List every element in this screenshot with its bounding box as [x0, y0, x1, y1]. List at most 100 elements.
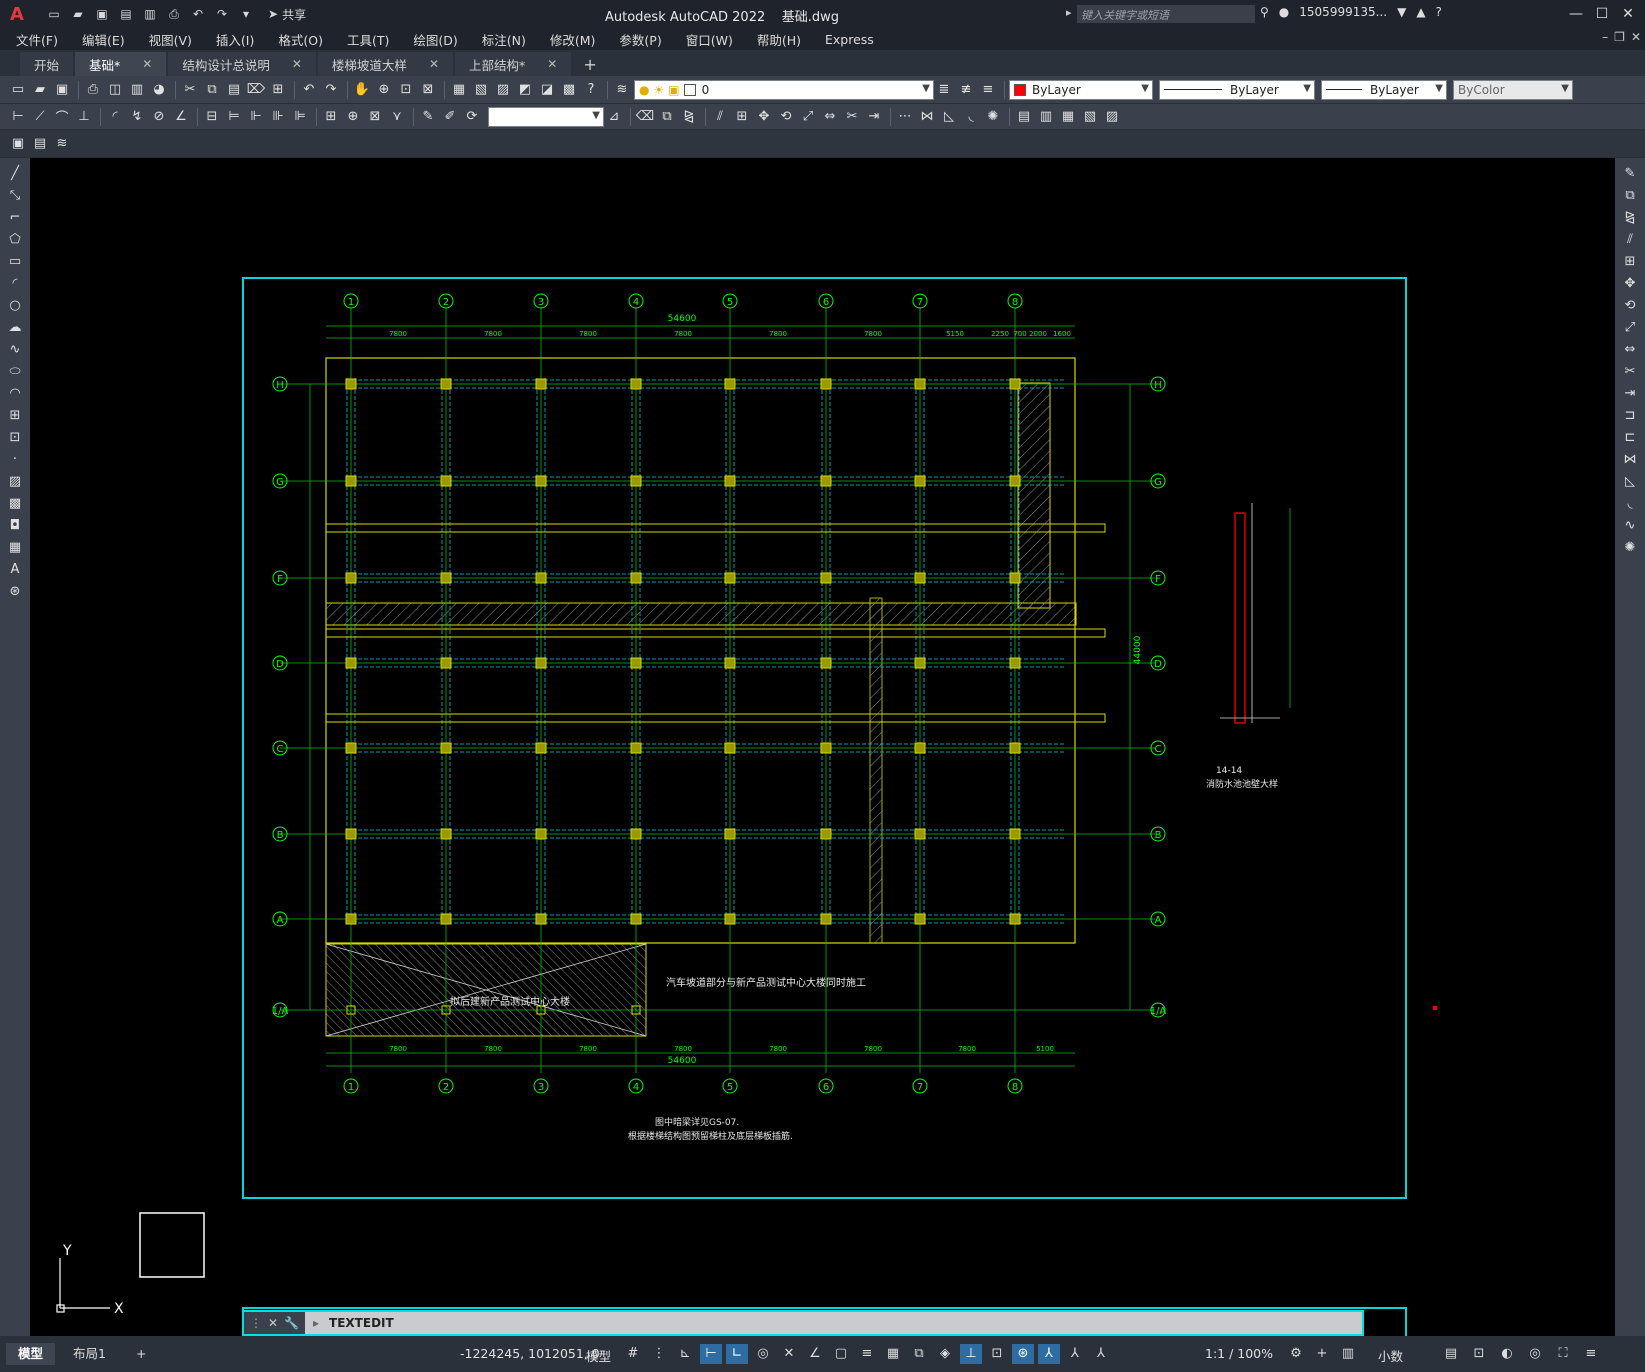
menu-tools[interactable]: 工具(T) — [347, 30, 389, 49]
user-name[interactable]: 1505999135... — [1299, 5, 1387, 19]
menu-file[interactable]: 文件(F) — [16, 30, 58, 49]
join-icon[interactable]: ⋈ — [917, 107, 937, 127]
construction-line-icon[interactable]: ⤡ — [4, 186, 26, 206]
layer-previous-icon[interactable]: ≢ — [956, 80, 976, 100]
offset-icon[interactable]: ⫽ — [710, 107, 730, 127]
angular-icon[interactable]: ∠ — [171, 107, 191, 127]
region-icon[interactable]: ◘ — [4, 516, 26, 536]
menu-draw[interactable]: 绘图(D) — [413, 30, 457, 49]
quick-dimension-icon[interactable]: ⊟ — [202, 107, 222, 127]
add-selected-icon[interactable]: ⊛ — [4, 582, 26, 602]
tab-superstructure[interactable]: 上部结构* ✕ — [455, 52, 572, 76]
spline-icon[interactable]: ∿ — [4, 340, 26, 360]
draw-order-above-icon[interactable]: ▦ — [1058, 107, 1078, 127]
menu-parametric[interactable]: 参数(P) — [619, 30, 661, 49]
hardware-acceleration-icon[interactable]: ◎ — [1524, 1344, 1546, 1364]
grip-icon[interactable]: ⋮ — [250, 1316, 262, 1330]
jogged-icon[interactable]: ↯ — [127, 107, 147, 127]
color-combo[interactable]: ByLayer ▼ — [1009, 79, 1153, 100]
linear-dimension-icon[interactable]: ⊢ — [8, 107, 28, 127]
user-icon[interactable]: ● — [1279, 5, 1289, 19]
share-button[interactable]: ➤ 共享 — [268, 6, 306, 23]
radius-icon[interactable]: ◜ — [105, 107, 125, 127]
ortho-icon[interactable]: ∟ — [726, 1344, 748, 1364]
annotation-scale[interactable]: 1:1 / 100% — [1205, 1346, 1273, 1361]
menu-modify[interactable]: 修改(M) — [550, 30, 596, 49]
tab-layout1[interactable]: 布局1 — [61, 1343, 118, 1365]
drawing-area[interactable]: Y X 7800 7800 7800 7800 7800 7800 5150 2250 700 2… — [30, 158, 1615, 1336]
mirror-icon[interactable]: ⧎ — [679, 107, 699, 127]
circle-icon[interactable]: ○ — [4, 296, 26, 316]
save-as-icon[interactable]: ▤ — [116, 5, 136, 23]
object-snap-tracking-icon[interactable]: ∠ — [804, 1344, 826, 1364]
maximize-icon[interactable]: ☐ — [1589, 2, 1615, 26]
break-icon[interactable]: ⊏ — [1619, 428, 1641, 448]
space-icon[interactable]: ⊪ — [268, 107, 288, 127]
draw-order-front-icon[interactable]: ▤ — [1014, 107, 1034, 127]
add-layout-plus-icon[interactable]: + — [124, 1343, 158, 1365]
redo-icon[interactable]: ↷ — [321, 80, 341, 100]
break-point-icon[interactable]: ⋯ — [895, 107, 915, 127]
snap-icon[interactable]: ⋮ — [648, 1344, 670, 1364]
tab-start[interactable]: 开始 — [20, 52, 74, 76]
dynamic-ucs-icon[interactable]: ⊥ — [960, 1344, 982, 1364]
plot-icon[interactable]: ⎙ — [83, 80, 103, 100]
infer-constraints-icon[interactable]: ⊾ — [674, 1344, 696, 1364]
extend-icon[interactable]: ⇥ — [864, 107, 884, 127]
copy-icon[interactable]: ⧉ — [202, 80, 222, 100]
make-block-icon[interactable]: ⊡ — [4, 428, 26, 448]
minimize-icon[interactable]: — — [1563, 2, 1589, 26]
diameter-icon[interactable]: ⊘ — [149, 107, 169, 127]
close-icon[interactable]: ✕ — [292, 57, 302, 71]
autodesk-app-icon[interactable]: ▲ — [1416, 5, 1425, 19]
arc-icon[interactable]: ◜ — [4, 274, 26, 294]
new-tab-plus-icon[interactable]: + — [573, 52, 606, 76]
clean-screen-icon[interactable]: ⛶ — [1552, 1344, 1574, 1364]
ellipse-icon[interactable]: ⬭ — [4, 362, 26, 382]
undo-icon[interactable]: ↶ — [299, 80, 319, 100]
doc-restore-icon[interactable]: ❐ — [1614, 30, 1625, 44]
close-icon[interactable]: ✕ — [268, 1316, 278, 1330]
quickcalc-icon[interactable]: ▩ — [559, 80, 579, 100]
search-expand-icon[interactable]: ▸ — [1066, 6, 1072, 19]
dimstyle-combo[interactable]: ▼ — [488, 106, 604, 127]
save-icon[interactable]: ▣ — [92, 5, 112, 23]
dimstyle-icon[interactable]: ⊿ — [604, 107, 624, 127]
doc-minimize-icon[interactable]: – — [1602, 30, 1608, 44]
tool-palettes-icon[interactable]: ▨ — [493, 80, 513, 100]
tab-stair-ramp[interactable]: 楼梯坡道大样 ✕ — [317, 52, 453, 76]
offset-icon[interactable]: ⫽ — [1619, 230, 1641, 250]
menu-window[interactable]: 窗口(W) — [686, 30, 733, 49]
polygon-icon[interactable]: ⬠ — [4, 230, 26, 250]
redo-icon[interactable]: ↷ — [212, 5, 232, 23]
join-icon[interactable]: ⋈ — [1619, 450, 1641, 470]
layer-properties-icon[interactable]: ≋ — [612, 80, 632, 100]
dimension-edit-icon[interactable]: ✎ — [418, 107, 438, 127]
publish-icon[interactable]: ▥ — [127, 80, 147, 100]
properties-icon[interactable]: ▦ — [449, 80, 469, 100]
paste-icon[interactable]: ▤ — [224, 80, 244, 100]
customize-icon[interactable]: 🔧 — [284, 1316, 299, 1330]
selection-filter-icon[interactable]: ⊡ — [986, 1344, 1008, 1364]
app-logo[interactable]: A — [6, 4, 28, 25]
block-editor-icon[interactable]: ⊞ — [268, 80, 288, 100]
hatch-icon[interactable]: ▨ — [4, 472, 26, 492]
line-icon[interactable]: ╱ — [4, 164, 26, 184]
fillet-icon[interactable]: ◟ — [961, 107, 981, 127]
multiline-text-icon[interactable]: A — [4, 560, 26, 580]
search-input[interactable]: 键入关键字或短语 — [1077, 5, 1255, 23]
transparency-icon[interactable]: ▦ — [882, 1344, 904, 1364]
array-icon[interactable]: ⊞ — [732, 107, 752, 127]
center-mark-icon[interactable]: ⊕ — [343, 107, 363, 127]
tab-model[interactable]: 模型 — [6, 1343, 56, 1365]
menu-format[interactable]: 格式(O) — [278, 30, 323, 49]
mirror-icon[interactable]: ⧎ — [1619, 208, 1641, 228]
match-properties-icon[interactable]: ⌦ — [246, 80, 266, 100]
close-icon[interactable]: ✕ — [429, 57, 439, 71]
annotation-visibility-icon[interactable]: ⅄ — [1038, 1344, 1060, 1364]
open-icon[interactable]: ▰ — [30, 80, 50, 100]
annotation-scale-icon[interactable]: ⅄ — [1090, 1344, 1112, 1364]
erase-icon[interactable]: ⌫ — [635, 107, 655, 127]
revision-cloud-icon[interactable]: ☁ — [4, 318, 26, 338]
zoom-realtime-icon[interactable]: ⊕ — [374, 80, 394, 100]
